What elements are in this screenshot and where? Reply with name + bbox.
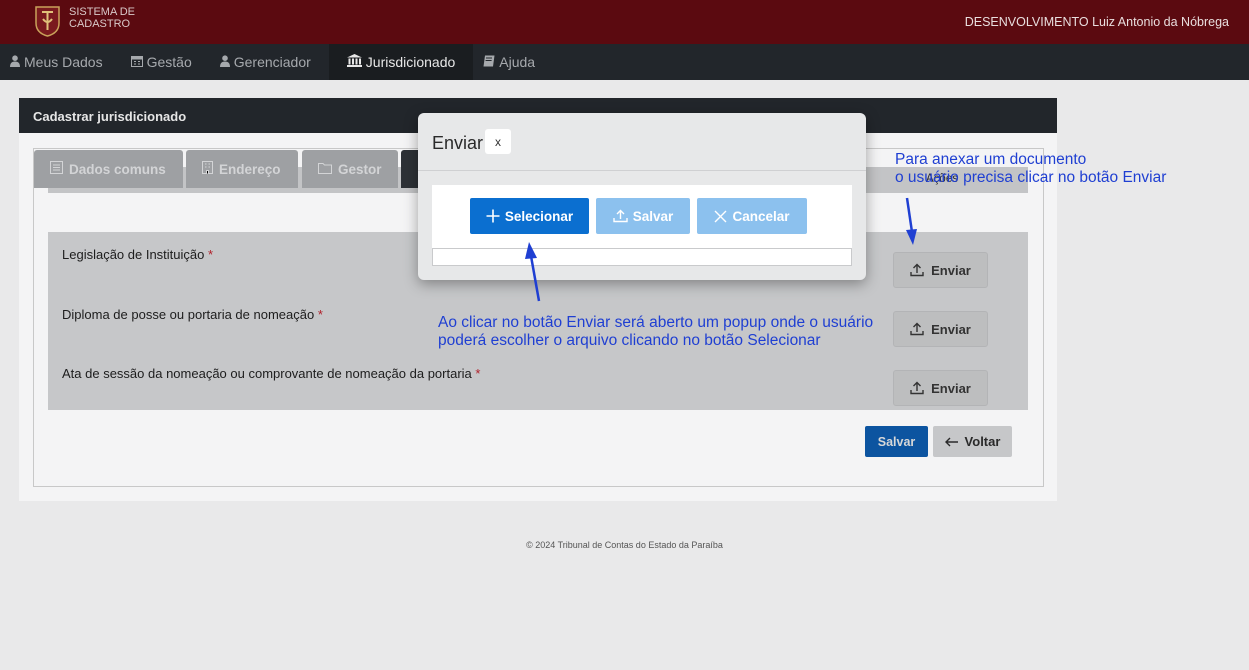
enviar-label: Enviar (931, 380, 971, 396)
back-label: Voltar (964, 434, 1001, 449)
modal-title: Enviar (432, 133, 484, 153)
doc-row-label: Ata de sessão da nomeação ou comprovante… (62, 366, 480, 381)
user-name[interactable]: DESENVOLVIMENTO Luiz Antonio da Nóbrega (965, 15, 1229, 29)
list-icon (50, 161, 63, 177)
file-list (432, 248, 852, 266)
enviar-label: Enviar (931, 321, 971, 337)
upload-icon (910, 322, 924, 336)
close-icon (714, 210, 727, 222)
nav-item-ajuda[interactable]: Ajuda (473, 44, 553, 80)
nav-label: Jurisdicionado (365, 54, 456, 70)
brand-line1: SISTEMA DE (69, 6, 136, 18)
modal-body: Selecionar Salvar Cancelar (432, 185, 852, 266)
modal-save-label: Salvar (632, 208, 674, 224)
nav-label: Meus Dados (24, 54, 103, 70)
select-label: Selecionar (504, 208, 574, 224)
modal-save-button[interactable]: Salvar (596, 198, 690, 234)
enviar-button[interactable]: Enviar (893, 311, 988, 347)
main-nav: Meus Dados Gestão Gerenciador Jurisdicio… (0, 44, 1249, 80)
logo-icon (35, 6, 60, 37)
required-mark: * (317, 307, 323, 322)
annotation-note-2: Ao clicar no botão Enviar será aberto um… (438, 314, 873, 350)
top-bar: SISTEMA DE CADASTRO DESENVOLVIMENTO Luiz… (0, 0, 1249, 44)
building-icon (202, 161, 213, 177)
tab-label: Gestor (338, 161, 382, 177)
annotation-line: Ao clicar no botão Enviar será aberto um… (438, 314, 874, 331)
calendar-icon (130, 55, 143, 70)
nav-item-meus-dados[interactable]: Meus Dados (0, 44, 121, 80)
upload-icon (910, 263, 924, 277)
user-icon (10, 54, 20, 70)
required-mark: * (475, 366, 481, 381)
row-label-text: Legislação de Instituição (62, 247, 205, 262)
doc-row-label: Diploma de posse ou portaria de nomeação… (62, 307, 323, 322)
row-label-text: Ata de sessão da nomeação ou comprovante… (62, 366, 472, 381)
required-mark: * (208, 247, 214, 262)
modal-header: Enviar x (418, 113, 866, 171)
cancel-label: Cancelar (732, 208, 790, 224)
close-button[interactable]: x (485, 129, 511, 154)
tab-label: Dados comuns (69, 161, 166, 177)
row-label-text: Diploma de posse ou portaria de nomeação (62, 307, 315, 322)
arrow-left-icon (944, 437, 958, 446)
select-file-button[interactable]: Selecionar (470, 198, 589, 234)
enviar-button[interactable]: Enviar (893, 370, 988, 406)
cancel-button[interactable]: Cancelar (697, 198, 807, 234)
bank-icon (346, 54, 362, 70)
nav-item-gestao[interactable]: Gestão (121, 44, 210, 80)
footer-copyright: © 2024 Tribunal de Contas do Estado da P… (526, 540, 723, 550)
doc-row-label: Legislação de Instituição * (62, 247, 213, 262)
plus-icon (486, 209, 500, 223)
upload-icon (910, 381, 924, 395)
upload-modal: Enviar x Selecionar Salvar Cancelar (418, 113, 866, 280)
nav-item-gerenciador[interactable]: Gerenciador (210, 44, 329, 80)
annotation-line: o usuário precisa clicar no botão Enviar (895, 169, 1167, 186)
user-icon (219, 54, 230, 70)
annotation-line: poderá escolher o arquivo clicando no bo… (438, 332, 821, 349)
nav-label: Gerenciador (233, 54, 311, 70)
book-icon (483, 55, 495, 70)
nav-item-jurisdicionado[interactable]: Jurisdicionado (328, 44, 474, 80)
tab-dados-comuns[interactable]: Dados comuns (34, 150, 183, 188)
nav-label: Gestão (146, 54, 192, 70)
tab-label: Endereço (219, 161, 281, 177)
annotation-line: Para anexar um documento (895, 151, 1087, 168)
save-button[interactable]: Salvar (865, 426, 928, 457)
enviar-label: Enviar (931, 262, 971, 278)
enviar-button[interactable]: Enviar (893, 252, 988, 288)
folder-icon (318, 162, 332, 177)
brand-text: SISTEMA DE CADASTRO (69, 6, 135, 30)
nav-label: Ajuda (499, 54, 536, 70)
annotation-note-1: Para anexar um documento o usuário preci… (895, 151, 1166, 187)
tab-gestor[interactable]: Gestor (302, 150, 398, 188)
upload-icon (613, 209, 628, 223)
back-button[interactable]: Voltar (933, 426, 1012, 457)
tab-endereco[interactable]: Endereço (186, 150, 298, 188)
brand-line2: CADASTRO (69, 18, 131, 30)
